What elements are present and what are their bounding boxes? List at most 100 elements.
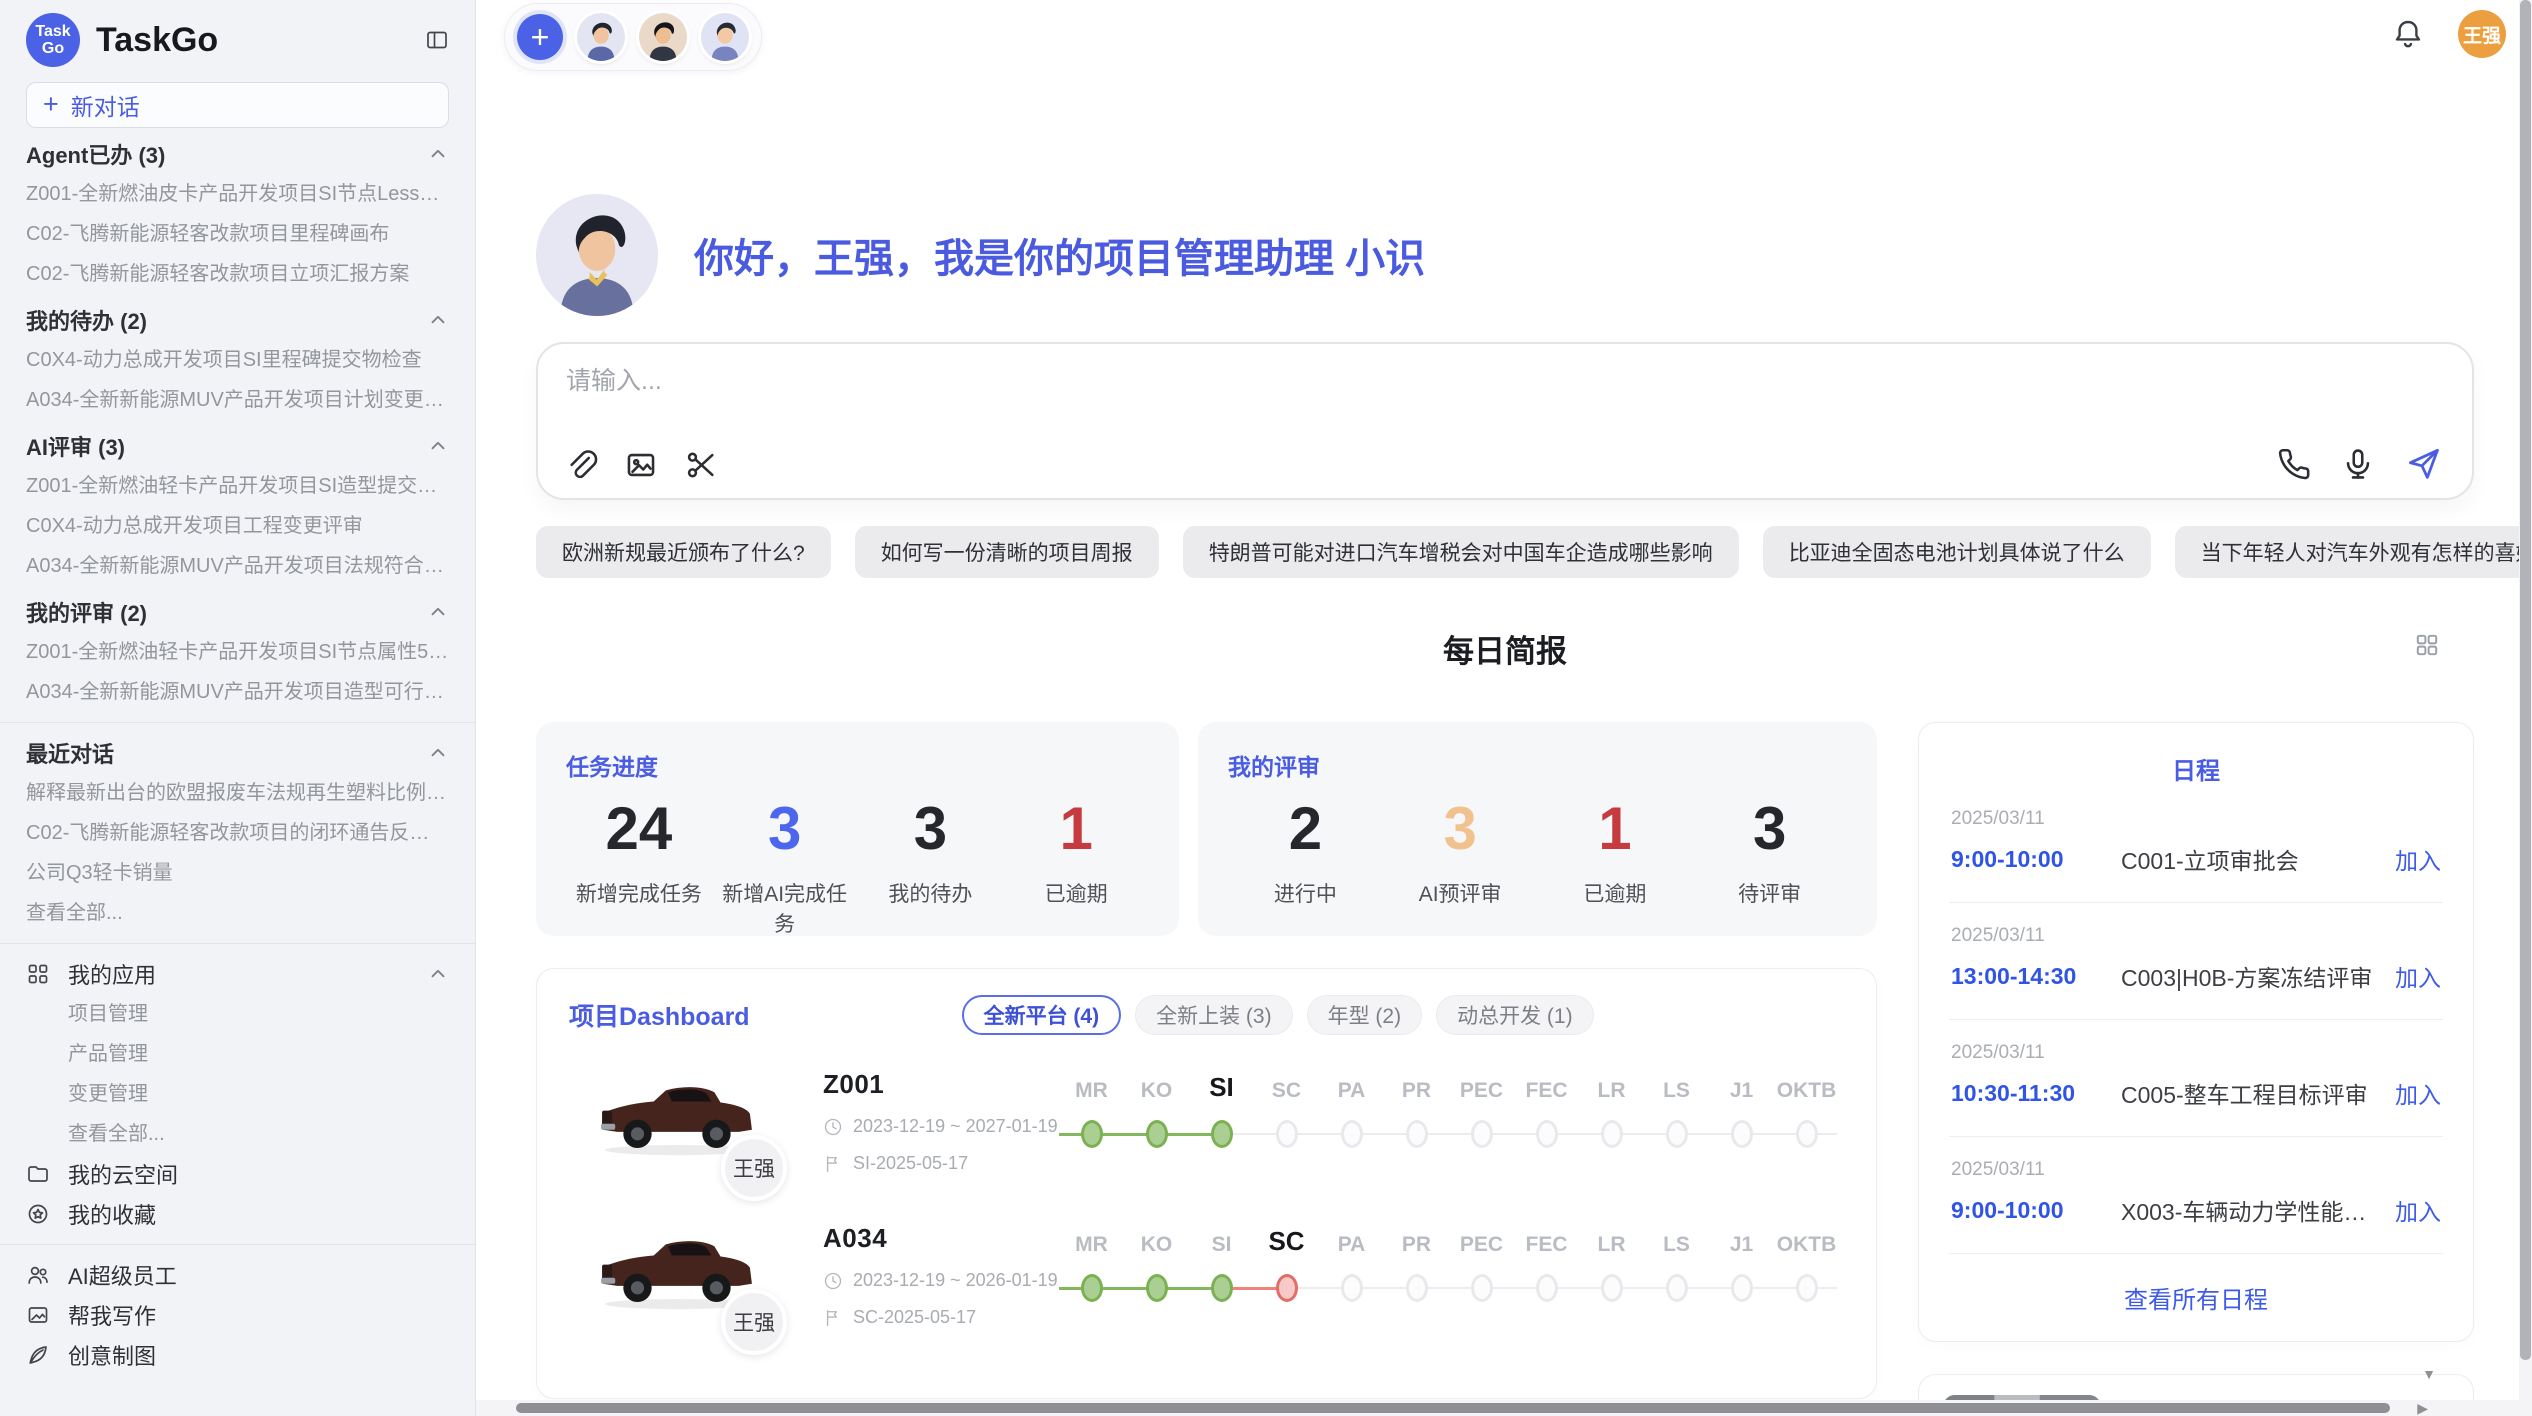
sidebar-conversation-item[interactable]: Z001-全新燃油轻卡产品开发项目SI节点属性5D文件评审 <box>26 632 449 672</box>
project-flag: SC-2025-05-17 <box>823 1307 1059 1328</box>
schedule-entry: 2025/03/11 13:00-14:30 C003|H0B-方案冻结评审 加… <box>1949 903 2443 1020</box>
sidebar-item-write-helper[interactable]: 帮我写作 <box>26 1295 449 1335</box>
join-link[interactable]: 加入 <box>2395 1193 2441 1227</box>
chat-input[interactable] <box>564 366 1968 397</box>
suggestion-chip[interactable]: 当下年轻人对汽车外观有怎样的喜好趋势 <box>2175 526 2532 578</box>
milestone-label: PR <box>1384 1079 1449 1103</box>
conversation-switcher: + <box>504 3 762 71</box>
milestone-dot <box>1536 1120 1558 1148</box>
section-header-ai-review[interactable]: AI评审 (3) <box>26 426 449 466</box>
milestone-label: SI <box>1189 1072 1254 1103</box>
new-chat-button[interactable]: + 新对话 <box>26 82 449 128</box>
sidebar-conversation-item[interactable]: C02-飞腾新能源轻客改款项目里程碑画布 <box>26 214 449 254</box>
schedule-list: 2025/03/11 9:00-10:00 C001-立项审批会 加入 2025… <box>1949 786 2443 1254</box>
project-info: A034 2023-12-19 ~ 2026-01-19 SC-2025-05-… <box>823 1219 1059 1347</box>
dashboard-tab[interactable]: 全新平台 (4) <box>962 995 1122 1035</box>
suggestion-chip[interactable]: 特朗普可能对进口汽车增税会对中国车企造成哪些影响 <box>1183 526 1739 578</box>
sidebar-conversation-item[interactable]: Z001-全新燃油轻卡产品开发项目SI造型提交物评审 <box>26 466 449 506</box>
image-upload-icon[interactable] <box>624 448 658 482</box>
section-header-my-review[interactable]: 我的评审 (2) <box>26 592 449 632</box>
suggestion-chip[interactable]: 比亚迪全固态电池计划具体说了什么 <box>1763 526 2151 578</box>
milestone-label: LR <box>1579 1079 1644 1103</box>
app-title: TaskGo <box>96 21 425 60</box>
project-owner-avatar: 王强 <box>721 1289 787 1355</box>
project-date-range: 2023-12-19 ~ 2026-01-19 <box>853 1270 1058 1291</box>
project-row[interactable]: 王强 A034 2023-12-19 ~ 2026-01-19 SC-2025-… <box>569 1219 1844 1347</box>
section-header-agent-done[interactable]: Agent已办 (3) <box>26 134 449 174</box>
paperclip-icon[interactable] <box>564 448 598 482</box>
vertical-scrollbar-thumb[interactable] <box>2520 0 2531 1360</box>
dashboard-tab[interactable]: 全新上装 (3) <box>1135 995 1293 1035</box>
sidebar-conversation-item[interactable]: A034-全新新能源MUV产品开发项目法规符合性评审 <box>26 546 449 586</box>
sidebar-conversation-item[interactable]: C0X4-动力总成开发项目SI里程碑提交物检查 <box>26 340 449 380</box>
project-milestones: MRKOSISCPAPRPECFECLRLSJ1OKTB <box>1059 1065 1839 1193</box>
sidebar-item-my-apps[interactable]: 我的应用 <box>26 954 449 994</box>
suggestion-chip[interactable]: 欧洲新规最近颁布了什么? <box>536 526 831 578</box>
sidebar-conversation-item[interactable]: C02-飞腾新能源轻客改款项目立项汇报方案 <box>26 254 449 294</box>
scroll-down-arrow[interactable]: ▼ <box>2422 1366 2436 1382</box>
dashboard-tab[interactable]: 动总开发 (1) <box>1436 995 1594 1035</box>
sidebar-collapse-icon[interactable] <box>425 28 449 52</box>
sidebar-item-cloud-space[interactable]: 我的云空间 <box>26 1154 449 1194</box>
star-badge-icon <box>26 1202 50 1226</box>
sidebar-item-ai-staff[interactable]: AI超级员工 <box>26 1255 449 1295</box>
section-header-recent[interactable]: 最近对话 <box>26 733 449 773</box>
add-conversation-button[interactable]: + <box>517 14 563 60</box>
user-avatar[interactable]: 王强 <box>2458 10 2506 58</box>
app-link-item[interactable]: 产品管理 <box>26 1034 449 1074</box>
join-link[interactable]: 加入 <box>2395 842 2441 876</box>
app-link-item[interactable]: 变更管理 <box>26 1074 449 1114</box>
vertical-scrollbar <box>2519 0 2532 1416</box>
schedule-date: 2025/03/11 <box>1951 1159 2441 1181</box>
dashboard-header: 项目Dashboard 全新平台 (4)全新上装 (3)年型 (2)动总开发 (… <box>569 995 1844 1035</box>
avatar[interactable] <box>639 13 687 61</box>
stat-item: 3 我的待办 <box>858 796 1004 938</box>
view-all-schedule-link[interactable]: 查看所有日程 <box>1949 1254 2443 1337</box>
section-header-my-todo[interactable]: 我的待办 (2) <box>26 300 449 340</box>
assistant-avatar <box>536 194 658 316</box>
milestone-dot <box>1276 1120 1298 1148</box>
join-link[interactable]: 加入 <box>2395 1076 2441 1110</box>
microphone-icon[interactable] <box>2341 447 2375 481</box>
sidebar-item-creative-draw[interactable]: 创意制图 <box>26 1335 449 1375</box>
project-owner-avatar: 王强 <box>721 1135 787 1201</box>
send-icon[interactable] <box>2405 445 2442 482</box>
notification-bell-icon[interactable] <box>2392 18 2424 50</box>
schedule-entry-row: 10:30-11:30 C005-整车工程目标评审 加入 <box>1951 1076 2441 1110</box>
avatar[interactable] <box>701 13 749 61</box>
suggestion-chip[interactable]: 如何写一份清晰的项目周报 <box>855 526 1159 578</box>
sidebar-conversation-item[interactable]: 解释最新出台的欧盟报废车法规再生塑料比例被调至15%... <box>26 773 449 813</box>
app-link-item[interactable]: 查看全部... <box>26 1114 449 1154</box>
schedule-time: 9:00-10:00 <box>1951 846 2121 873</box>
project-row[interactable]: 王强 Z001 2023-12-19 ~ 2027-01-19 SI-2025-… <box>569 1065 1844 1193</box>
sidebar-conversation-item[interactable]: Z001-全新燃油皮卡产品开发项目SI节点Lesson Learn报告 <box>26 174 449 214</box>
stat-label: 待评审 <box>1692 878 1847 908</box>
app-link-item[interactable]: 项目管理 <box>26 994 449 1034</box>
sidebar-conversation-item[interactable]: 查看全部... <box>26 893 449 933</box>
milestone-label: SI <box>1189 1233 1254 1257</box>
ai-staff-label: AI超级员工 <box>68 1259 177 1291</box>
my-review-title: 我的评审 <box>1228 748 1847 782</box>
sidebar-conversation-item[interactable]: C02-飞腾新能源轻客改款项目的闭环通告反馈情况 <box>26 813 449 853</box>
sidebar-item-favorites[interactable]: 我的收藏 <box>26 1194 449 1234</box>
scroll-right-arrow[interactable]: ▶ <box>2417 1400 2428 1416</box>
sidebar-conversation-item[interactable]: C0X4-动力总成开发项目工程变更评审 <box>26 506 449 546</box>
stat-label: 已逾期 <box>1538 878 1693 908</box>
ai-review-list: Z001-全新燃油轻卡产品开发项目SI造型提交物评审C0X4-动力总成开发项目工… <box>26 466 449 586</box>
app-logo-text-bottom: Go <box>42 40 64 57</box>
milestone-label: MR <box>1059 1233 1124 1257</box>
avatar[interactable] <box>577 13 625 61</box>
join-link[interactable]: 加入 <box>2395 959 2441 993</box>
section-header-label: Agent已办 (3) <box>26 138 165 170</box>
sidebar-conversation-item[interactable]: A034-全新新能源MUV产品开发项目计划变更表编写 <box>26 380 449 420</box>
stat-value: 2 <box>1228 796 1383 862</box>
horizontal-scrollbar-thumb[interactable] <box>516 1403 2390 1413</box>
section-header-label: 我的待办 (2) <box>26 304 147 336</box>
dashboard-tab[interactable]: 年型 (2) <box>1307 995 1423 1035</box>
sidebar-conversation-item[interactable]: A034-全新新能源MUV产品开发项目造型可行性评审 <box>26 672 449 712</box>
layout-grid-icon[interactable] <box>2414 632 2440 658</box>
scissors-icon[interactable] <box>684 448 718 482</box>
milestone-label: KO <box>1124 1233 1189 1257</box>
phone-call-icon[interactable] <box>2277 447 2311 481</box>
sidebar-conversation-item[interactable]: 公司Q3轻卡销量 <box>26 853 449 893</box>
